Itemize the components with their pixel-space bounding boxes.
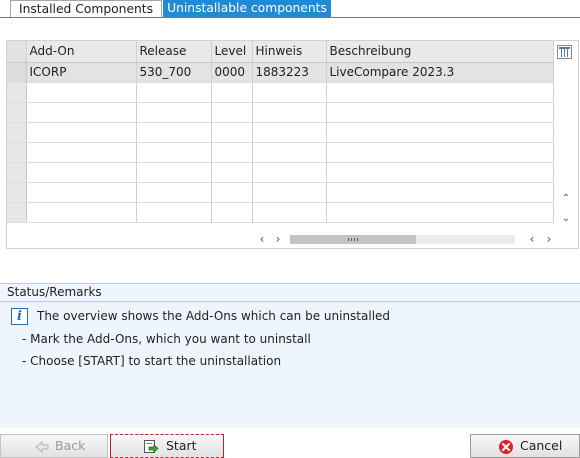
scroll-thumb[interactable] — [290, 235, 416, 244]
table-row[interactable]: ICORP 530_700 0000 1883223 LiveCompare 2… — [7, 62, 554, 83]
addon-table: Add-On Release Level Hinweis Beschreibun… — [7, 41, 554, 223]
column-header-level[interactable]: Level — [211, 41, 253, 63]
column-header-addon[interactable]: Add-On — [26, 41, 137, 63]
horizontal-scrollbar[interactable]: ‹ › ‹ › — [255, 231, 555, 247]
tab-underline — [0, 17, 580, 18]
table-settings-icon[interactable] — [557, 45, 572, 59]
tab-strip: Installed Components Uninstallable compo… — [0, 0, 580, 18]
start-button[interactable]: Start — [110, 434, 224, 458]
tab-uninstallable-components[interactable]: Uninstallable components — [163, 0, 331, 18]
back-arrow-icon — [35, 440, 49, 454]
status-message: - Mark the Add-Ons, which you want to un… — [22, 332, 311, 346]
row-selector[interactable] — [7, 102, 27, 123]
row-selector[interactable] — [7, 162, 27, 183]
empty-table-row[interactable] — [7, 182, 554, 203]
tab-installed-components[interactable]: Installed Components — [10, 0, 162, 18]
empty-table-row[interactable] — [7, 142, 554, 163]
row-selector[interactable] — [7, 62, 27, 83]
cell-hinweis[interactable]: 1883223 — [252, 62, 327, 83]
back-button-label: Back — [55, 438, 86, 453]
scroll-track[interactable] — [290, 235, 515, 244]
row-selector[interactable] — [7, 202, 27, 223]
row-selector[interactable] — [7, 142, 27, 163]
row-selector[interactable] — [7, 122, 27, 143]
cancel-icon — [499, 440, 513, 454]
cell-release[interactable]: 530_700 — [136, 62, 212, 83]
cancel-button-label: Cancel — [520, 438, 563, 453]
column-header-hinweis[interactable]: Hinweis — [252, 41, 327, 63]
status-remarks-panel: Status/Remarks i The overview shows the … — [0, 283, 580, 428]
scroll-up-icon[interactable]: ⌃ — [560, 193, 572, 205]
status-remarks-title: Status/Remarks — [0, 284, 580, 302]
empty-table-row[interactable] — [7, 122, 554, 143]
row-selector[interactable] — [7, 82, 27, 103]
cell-addon[interactable]: ICORP — [26, 62, 137, 83]
addon-table-panel: Add-On Release Level Hinweis Beschreibun… — [6, 40, 579, 249]
cell-level[interactable]: 0000 — [211, 62, 253, 83]
status-message: The overview shows the Add-Ons which can… — [37, 309, 391, 323]
row-selector-header[interactable] — [7, 41, 27, 63]
empty-table-row[interactable] — [7, 202, 554, 223]
empty-table-row[interactable] — [7, 82, 554, 103]
row-selector[interactable] — [7, 182, 27, 203]
scroll-left-end-icon[interactable]: ‹ — [525, 231, 539, 247]
scroll-down-icon[interactable]: ⌄ — [560, 213, 572, 225]
scroll-left-icon[interactable]: ‹ — [255, 231, 269, 247]
cell-beschreibung[interactable]: LiveCompare 2023.3 — [326, 62, 554, 83]
column-header-beschreibung[interactable]: Beschreibung — [326, 41, 554, 63]
scroll-right-end-icon[interactable]: › — [542, 231, 556, 247]
info-icon: i — [11, 308, 28, 325]
table-header-row: Add-On Release Level Hinweis Beschreibun… — [7, 41, 554, 63]
status-message: - Choose [START] to start the uninstalla… — [22, 354, 282, 368]
button-bar: Back Start Cancel — [0, 434, 580, 458]
cancel-button[interactable]: Cancel — [470, 434, 580, 458]
scroll-right-icon[interactable]: › — [271, 231, 285, 247]
column-header-release[interactable]: Release — [136, 41, 212, 63]
execute-icon — [144, 440, 159, 453]
empty-table-row[interactable] — [7, 102, 554, 123]
start-button-label: Start — [166, 438, 197, 453]
back-button[interactable]: Back — [0, 434, 108, 458]
empty-table-row[interactable] — [7, 162, 554, 183]
